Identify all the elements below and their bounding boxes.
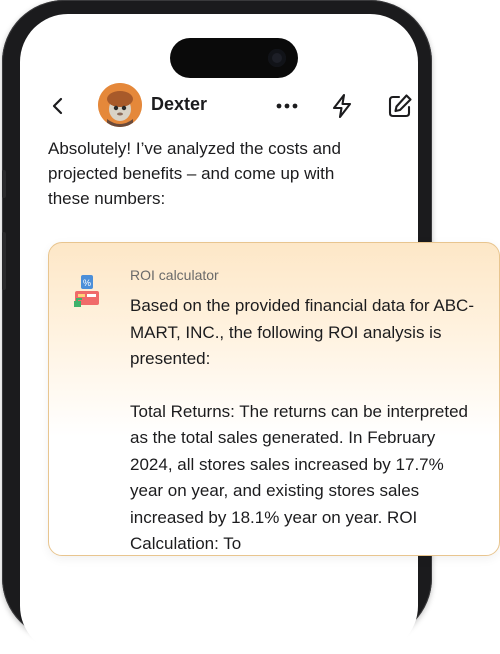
card-paragraph: Based on the provided financial data for… <box>130 296 474 368</box>
camera-icon <box>268 49 286 67</box>
card-title: ROI calculator <box>130 267 219 283</box>
card-body: Based on the provided financial data for… <box>130 293 480 555</box>
card-paragraph: Total Returns: The returns can be interp… <box>130 401 468 554</box>
lightning-bolt-icon[interactable] <box>329 92 355 120</box>
svg-text:%: % <box>83 278 91 288</box>
dynamic-island <box>170 38 298 78</box>
phone-volume-up <box>2 232 6 290</box>
roi-calculator-icon: % <box>74 275 99 307</box>
phone-side-button <box>2 170 6 198</box>
avatar[interactable] <box>98 83 142 127</box>
contact-name: Dexter <box>151 94 208 114</box>
more-dots-icon[interactable] <box>274 94 300 118</box>
chat-message: Absolutely! I’ve analyzed the costs and … <box>48 139 341 208</box>
roi-calculator-card[interactable]: % ROI calculator Based on the provided f… <box>48 242 500 556</box>
chevron-left-icon[interactable] <box>46 94 70 118</box>
chat-header: Dexter <box>20 80 418 132</box>
edit-pencil-icon[interactable] <box>386 92 414 120</box>
